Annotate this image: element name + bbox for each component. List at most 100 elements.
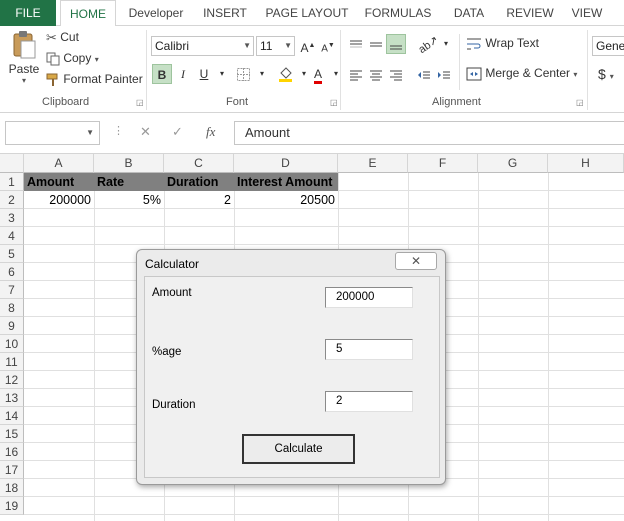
row-header-16[interactable]: 16 <box>0 443 24 461</box>
select-all-button[interactable] <box>0 154 24 173</box>
row-header-15[interactable]: 15 <box>0 425 24 443</box>
font-color-dropdown-icon[interactable]: ▾ <box>326 64 346 84</box>
row-header-10[interactable]: 10 <box>0 335 24 353</box>
tab-data[interactable]: DATA <box>444 0 494 26</box>
copy-dropdown-icon[interactable]: ▾ <box>95 55 99 64</box>
dialog-title: Calculator <box>145 257 200 271</box>
ribbon-tab-bar: FILE HOME Developer INSERT PAGE LAYOUT F… <box>0 0 624 27</box>
column-header-h[interactable]: H <box>548 154 624 173</box>
font-launcher-icon[interactable]: ◲ <box>330 98 338 107</box>
merge-center-button[interactable]: Merge & Center ▾ <box>466 66 577 81</box>
tab-page-layout[interactable]: PAGE LAYOUT <box>262 0 352 26</box>
increase-indent-button[interactable] <box>434 64 454 84</box>
formula-input[interactable]: Amount <box>234 121 624 145</box>
row-header-14[interactable]: 14 <box>0 407 24 425</box>
cell-a2[interactable]: 200000 <box>24 191 94 209</box>
dialog-body: Amount 200000 %age 5 Duration 2 Calculat… <box>144 276 440 478</box>
paste-icon <box>13 31 36 59</box>
decrease-indent-button[interactable] <box>414 64 434 84</box>
column-header-c[interactable]: C <box>164 154 234 173</box>
row-header-18[interactable]: 18 <box>0 479 24 497</box>
cut-button[interactable]: ✂ Cut <box>46 30 79 46</box>
row-header-11[interactable]: 11 <box>0 353 24 371</box>
align-center-button[interactable] <box>366 64 386 84</box>
row-header-19[interactable]: 19 <box>0 497 24 515</box>
close-button[interactable]: ✕ <box>395 252 437 270</box>
increase-font-size-button[interactable]: A▲ <box>298 36 318 56</box>
row-header-13[interactable]: 13 <box>0 389 24 407</box>
tab-review[interactable]: REVIEW <box>502 0 558 26</box>
font-name-combo[interactable]: Calibri ▼ <box>151 36 254 56</box>
decrease-font-size-button[interactable]: A▼ <box>318 36 338 56</box>
top-align-button[interactable] <box>346 34 366 54</box>
clipboard-launcher-icon[interactable]: ◲ <box>136 98 144 107</box>
column-header-g[interactable]: G <box>478 154 548 173</box>
underline-dropdown-icon[interactable]: ▾ <box>212 64 232 84</box>
name-box[interactable]: ▼ <box>5 121 100 145</box>
row-header-17[interactable]: 17 <box>0 461 24 479</box>
calculate-button[interactable]: Calculate <box>242 434 355 464</box>
column-header-f[interactable]: F <box>408 154 478 173</box>
orientation-dropdown-icon[interactable]: ▾ <box>436 34 456 54</box>
accounting-dropdown-icon[interactable]: ▾ <box>610 72 614 81</box>
row-header-9[interactable]: 9 <box>0 317 24 335</box>
tab-developer[interactable]: Developer <box>122 0 190 26</box>
amount-field[interactable]: 200000 <box>325 287 413 308</box>
font-color-button[interactable]: A <box>308 64 328 84</box>
column-header-b[interactable]: B <box>94 154 164 173</box>
accounting-format-button[interactable]: $ ▾ <box>598 66 614 82</box>
middle-align-button[interactable] <box>366 34 386 54</box>
row-header-4[interactable]: 4 <box>0 227 24 245</box>
column-header-a[interactable]: A <box>24 154 94 173</box>
row-header-1[interactable]: 1 <box>0 173 24 191</box>
cell-c1[interactable]: Duration <box>164 173 234 191</box>
cell-b2[interactable]: 5% <box>94 191 164 209</box>
format-painter-label: Format Painter <box>63 72 143 86</box>
cell-a1[interactable]: Amount <box>24 173 94 191</box>
fill-color-button[interactable] <box>275 64 295 84</box>
bold-button[interactable]: B <box>152 64 172 84</box>
copy-button[interactable]: Copy ▾ <box>46 51 99 66</box>
format-painter-button[interactable]: Format Painter <box>46 72 143 87</box>
cancel-formula-button[interactable]: ✕ <box>140 124 151 140</box>
cell-d1[interactable]: Interest Amount <box>234 173 338 191</box>
bottom-align-button[interactable] <box>386 34 406 54</box>
column-header-d[interactable]: D <box>234 154 338 173</box>
tab-view[interactable]: VIEW <box>566 0 608 26</box>
cell-c2[interactable]: 2 <box>164 191 234 209</box>
align-right-button[interactable] <box>386 64 406 84</box>
number-format-combo[interactable]: Gener <box>592 36 624 56</box>
align-left-button[interactable] <box>346 64 366 84</box>
tab-insert[interactable]: INSERT <box>196 0 254 26</box>
row-header-2[interactable]: 2 <box>0 191 24 209</box>
cell-b1[interactable]: Rate <box>94 173 164 191</box>
rate-field[interactable]: 5 <box>325 339 413 360</box>
cell-d2[interactable]: 20500 <box>234 191 338 209</box>
borders-dropdown-icon[interactable]: ▾ <box>252 64 272 84</box>
row-header-8[interactable]: 8 <box>0 299 24 317</box>
enter-formula-button[interactable]: ✓ <box>172 124 183 140</box>
borders-button[interactable] <box>233 64 253 84</box>
tab-file[interactable]: FILE <box>0 0 56 26</box>
duration-label: Duration <box>152 399 196 411</box>
italic-button[interactable]: I <box>173 64 193 84</box>
row-header-5[interactable]: 5 <box>0 245 24 263</box>
row-header-7[interactable]: 7 <box>0 281 24 299</box>
underline-button[interactable]: U <box>194 64 214 84</box>
duration-field[interactable]: 2 <box>325 391 413 412</box>
tab-home[interactable]: HOME <box>60 0 116 27</box>
orientation-button[interactable]: ab↗ <box>416 34 440 56</box>
insert-function-button[interactable]: fx <box>206 124 215 140</box>
font-name-value: Calibri <box>155 39 190 53</box>
alignment-launcher-icon[interactable]: ◲ <box>576 98 584 107</box>
paste-button[interactable]: Paste ▾ <box>8 30 40 90</box>
column-header-e[interactable]: E <box>338 154 408 173</box>
tab-formulas[interactable]: FORMULAS <box>360 0 436 26</box>
row-header-12[interactable]: 12 <box>0 371 24 389</box>
row-header-6[interactable]: 6 <box>0 263 24 281</box>
font-size-combo[interactable]: 11 ▼ <box>256 36 295 56</box>
row-header-3[interactable]: 3 <box>0 209 24 227</box>
merge-dropdown-icon[interactable]: ▾ <box>573 70 577 79</box>
wrap-text-button[interactable]: Wrap Text <box>466 36 539 51</box>
paste-dropdown-icon[interactable]: ▾ <box>8 76 40 85</box>
